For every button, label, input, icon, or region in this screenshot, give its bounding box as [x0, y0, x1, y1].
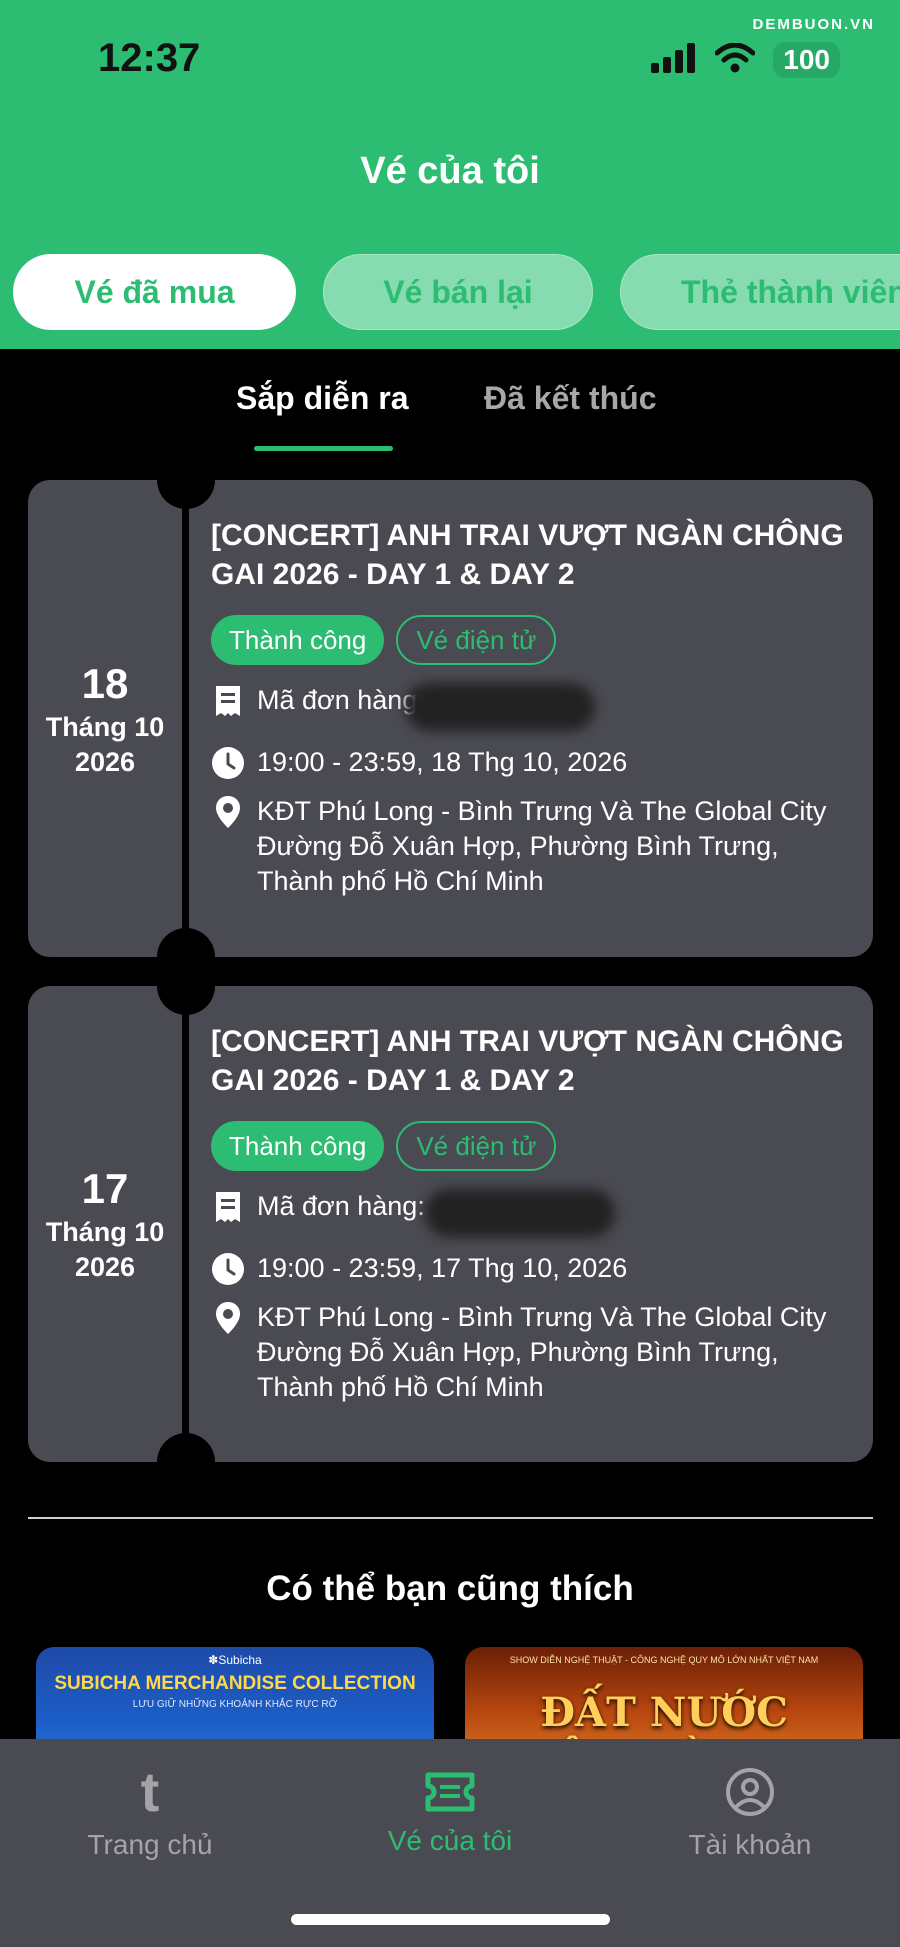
rec-brand: ✽Subicha	[208, 1653, 262, 1667]
location-pin-icon	[211, 1300, 245, 1335]
subtab-active-indicator	[254, 446, 393, 451]
rec-subtitle: LƯU GIỮ NHỮNG KHOẢNH KHẮC RỰC RỠ	[132, 1699, 338, 1710]
event-title: [CONCERT] ANH TRAI VƯỢT NGÀN CHÔNG GAI 2…	[211, 519, 844, 591]
ticket-notch	[157, 957, 215, 1015]
status-badge: Thành công	[211, 1121, 385, 1171]
order-row: Mã đơn hàng:	[211, 683, 851, 731]
ticket-year: 2026	[74, 1252, 136, 1282]
page-title: Vé của tôi	[360, 150, 540, 192]
ticket-month: Tháng 10	[45, 1217, 165, 1247]
order-label: Mã đơn hàng:	[257, 1191, 425, 1221]
ticket-notch	[157, 1433, 215, 1491]
redacted-order-number	[424, 1189, 615, 1237]
tab-resale-tickets[interactable]: Vé bán lại	[323, 254, 593, 330]
tab-membership-cards[interactable]: Thẻ thành viên	[620, 254, 900, 330]
venue-address: Đường Đỗ Xuân Hợp, Phường Bình Trưng, Th…	[257, 1337, 779, 1402]
ticket-year: 2026	[74, 746, 136, 777]
eticket-badge: Vé điện tử	[396, 615, 557, 665]
event-time: 19:00 - 23:59, 17 Thg 10, 2026	[257, 1253, 628, 1283]
nav-label: Tài khoản	[688, 1829, 812, 1860]
venue-name: KĐT Phú Long - Bình Trưng Và The Global …	[257, 796, 827, 826]
clock-icon	[211, 745, 245, 780]
nav-account[interactable]: Tài khoản	[620, 1763, 880, 1861]
ticket-date: 17 Tháng 10 2026	[28, 986, 182, 1462]
receipt-icon	[211, 683, 245, 718]
ticket-perforation	[182, 480, 189, 957]
subtab-ended[interactable]: Đã kết thúc	[484, 380, 656, 417]
status-icons: 100	[651, 40, 840, 80]
status-badge: Thành công	[211, 615, 385, 665]
watermark: DEMBUON.VN	[752, 16, 875, 33]
subtab-upcoming[interactable]: Sắp diễn ra	[236, 380, 409, 417]
redacted-order-number	[404, 683, 595, 731]
status-time: 12:37	[98, 36, 201, 80]
ticket-date: 18 Tháng 10 2026	[28, 480, 182, 957]
eticket-badge: Vé điện tử	[396, 1121, 557, 1171]
ticket-card[interactable]: 17 Tháng 10 2026 [CONCERT] ANH TRAI VƯỢT…	[28, 957, 873, 1491]
home-indicator[interactable]	[291, 1914, 610, 1925]
nav-home[interactable]: t Trang chủ	[20, 1763, 280, 1861]
receipt-icon	[211, 1189, 245, 1224]
rec-name: SUBICHA MERCHANDISE COLLECTION	[54, 1673, 416, 1694]
venue-name: KĐT Phú Long - Bình Trưng Và The Global …	[257, 1302, 827, 1332]
signal-icon	[651, 42, 697, 78]
section-divider	[28, 1517, 873, 1519]
venue-address: Đường Đỗ Xuân Hợp, Phường Bình Trưng, Th…	[257, 831, 779, 896]
event-title: [CONCERT] ANH TRAI VƯỢT NGÀN CHÔNG GAI 2…	[211, 1025, 844, 1097]
home-t-icon: t	[140, 1760, 160, 1823]
order-label: Mã đơn hàng:	[257, 685, 425, 715]
venue-row: KĐT Phú Long - Bình Trưng Và The Global …	[211, 794, 851, 899]
time-row: 19:00 - 23:59, 17 Thg 10, 2026	[211, 1251, 851, 1286]
event-time: 19:00 - 23:59, 18 Thg 10, 2026	[257, 747, 628, 777]
ticket-icon	[424, 1763, 476, 1821]
order-row: Mã đơn hàng:	[211, 1189, 851, 1237]
ticket-month: Tháng 10	[45, 711, 165, 742]
ticket-card[interactable]: 18 Tháng 10 2026 [CONCERT] ANH TRAI VƯỢT…	[28, 451, 873, 986]
rec-tagline: SHOW DIỄN NGHỆ THUẬT - CÔNG NGHỆ QUY MÔ …	[509, 1655, 819, 1665]
ticket-notch	[157, 451, 215, 509]
ticket-day: 18	[81, 659, 129, 707]
battery-indicator: 100	[773, 42, 840, 78]
recommended-title: Có thể bạn cũng thích	[266, 1569, 634, 1608]
wifi-icon	[714, 42, 756, 78]
venue-row: KĐT Phú Long - Bình Trưng Và The Global …	[211, 1300, 851, 1405]
nav-label: Vé của tôi	[387, 1825, 513, 1856]
ticket-perforation	[182, 986, 189, 1462]
account-icon	[725, 1763, 775, 1821]
time-row: 19:00 - 23:59, 18 Thg 10, 2026	[211, 745, 851, 780]
tab-purchased-tickets[interactable]: Vé đã mua	[13, 254, 296, 330]
nav-label: Trang chủ	[87, 1829, 213, 1860]
header: DEMBUON.VN 12:37 100 Vé của tôi Vé đã mu…	[0, 0, 900, 349]
nav-my-tickets[interactable]: Vé của tôi	[320, 1763, 580, 1857]
clock-icon	[211, 1251, 245, 1286]
ticket-day: 17	[81, 1165, 129, 1212]
location-pin-icon	[211, 794, 245, 829]
